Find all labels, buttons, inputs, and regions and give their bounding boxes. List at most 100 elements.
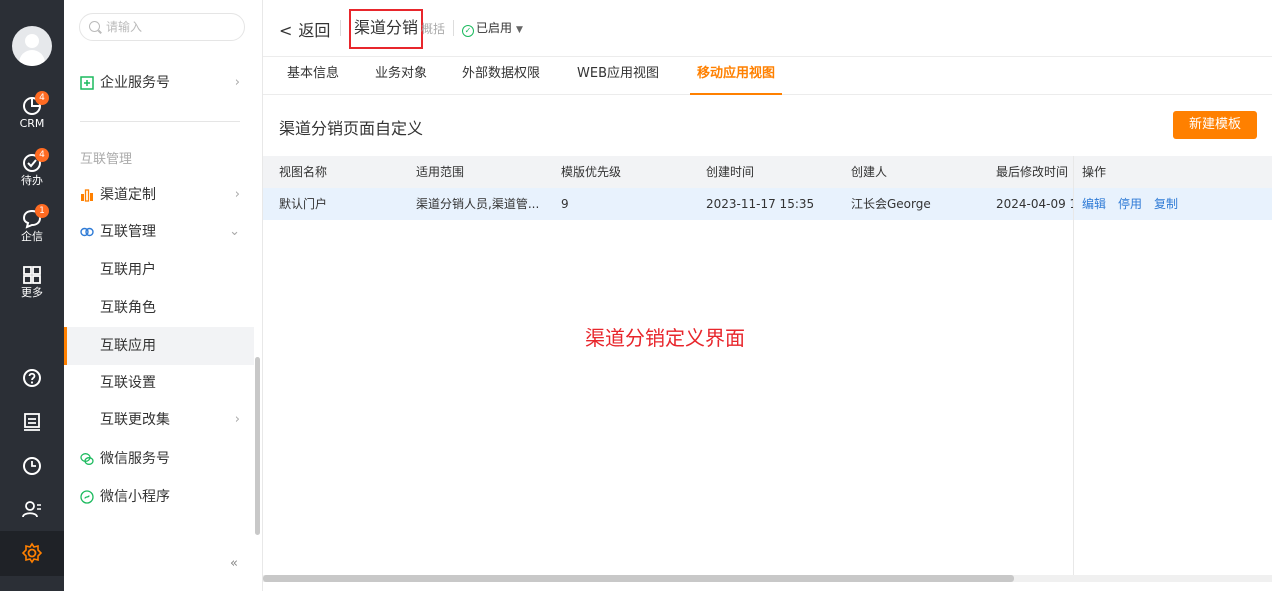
page-title: 渠道分销 (349, 9, 424, 49)
contacts-icon (22, 501, 41, 518)
sidebar-scrollbar[interactable] (255, 357, 260, 535)
tab-external-data-permissions[interactable]: 外部数据权限 (462, 57, 540, 95)
sidebar: 请输入 企业服务号 › 互联管理 渠道定制 › 互联管理 ⌄ 互联用户 互联角色… (64, 0, 262, 591)
column-header: 最后修改时间 (996, 165, 1069, 179)
crm-badge: 4 (35, 91, 49, 105)
sidebar-item-label: 微信服务号 (100, 451, 170, 467)
link-rings-icon (80, 227, 94, 237)
sidebar-item-label: 互联设置 (100, 375, 156, 391)
status-dropdown[interactable]: ✓ 已启用 ▼ (462, 19, 523, 37)
horizontal-scrollbar[interactable] (263, 575, 1272, 582)
rail-clock[interactable] (0, 455, 64, 477)
mini-program-icon (80, 490, 94, 504)
tab-business-objects[interactable]: 业务对象 (375, 57, 427, 95)
cell-scope: 渠道分销人员,渠道管... (416, 197, 540, 211)
rail-label: CRM (19, 117, 45, 130)
avatar[interactable] (12, 26, 52, 66)
rail-item-crm[interactable]: CRM 4 (0, 91, 64, 130)
sidebar-item-interconnect-users[interactable]: 互联用户 (64, 251, 254, 289)
sidebar-item-label: 企业服务号 (100, 75, 170, 91)
column-header: 视图名称 (279, 165, 328, 179)
sidebar-item-interconnect-apps[interactable]: 互联应用 (64, 327, 254, 365)
chat-badge: 1 (35, 204, 49, 218)
cell-priority: 9 (561, 197, 569, 211)
header: < 返回 渠道分销 概括 ✓ 已启用 ▼ (263, 0, 1272, 57)
rail-label: 更多 (21, 286, 43, 299)
check-circle-icon: ✓ (462, 25, 474, 37)
table-header: 视图名称 适用范围 模版优先级 创建时间 创建人 最后修改时间 操作 (263, 156, 1272, 188)
tab-mobile-app-view[interactable]: 移动应用视图 (690, 57, 783, 95)
tab-bar: 基本信息 业务对象 外部数据权限 WEB应用视图 移动应用视图 (263, 57, 1272, 95)
service-icon (80, 76, 94, 90)
column-header: 适用范围 (416, 165, 465, 179)
annotation-text: 渠道分销定义界面 (585, 326, 745, 350)
sidebar-item-label: 微信小程序 (100, 489, 170, 505)
rail-report[interactable] (0, 411, 64, 433)
sidebar-item-label: 互联管理 (100, 224, 156, 240)
sidebar-item-label: 互联更改集 (100, 412, 170, 428)
divider (340, 20, 341, 36)
main-content: < 返回 渠道分销 概括 ✓ 已启用 ▼ 基本信息 业务对象 外部数据权限 WEB应用… (262, 0, 1272, 591)
chevron-right-icon: › (234, 187, 240, 202)
search-placeholder: 请输入 (106, 20, 143, 34)
report-icon (24, 413, 40, 431)
table-row[interactable]: 默认门户 渠道分销人员,渠道管... 9 2023-11-17 15:35 江长… (263, 188, 1272, 220)
cell-created: 2023-11-17 15:35 (706, 197, 815, 211)
column-header: 操作 (1082, 165, 1107, 179)
cell-view-name: 默认门户 (279, 197, 328, 211)
bar-chart-icon (81, 189, 93, 202)
back-label: 返回 (298, 21, 331, 40)
sidebar-item-enterprise-service[interactable]: 企业服务号 › (64, 64, 254, 102)
tab-basic-info[interactable]: 基本信息 (287, 57, 339, 95)
sidebar-item-interconnect-roles[interactable]: 互联角色 (64, 289, 254, 327)
status-label: 已启用 (476, 21, 513, 35)
sidebar-item-label: 互联应用 (100, 338, 156, 354)
sidebar-item-wechat-service[interactable]: 微信服务号 (64, 440, 254, 478)
rail-item-todo[interactable]: 待办 4 (0, 148, 64, 187)
collapse-sidebar-button[interactable]: « (230, 556, 238, 571)
rail-help[interactable] (0, 367, 64, 389)
column-divider (1073, 156, 1074, 576)
disable-link[interactable]: 停用 (1118, 197, 1142, 211)
sidebar-item-channel-custom[interactable]: 渠道定制 › (64, 176, 254, 214)
app-rail: CRM 4 待办 4 企信 1 更多 (0, 0, 64, 591)
clock-icon (23, 457, 41, 475)
sidebar-item-interconnect[interactable]: 互联管理 ⌄ (64, 213, 254, 251)
back-button[interactable]: < 返回 (279, 17, 330, 41)
sidebar-item-label: 互联角色 (100, 300, 156, 316)
cell-ops: 编辑 停用 复制 (1082, 188, 1190, 220)
sidebar-item-interconnect-changesets[interactable]: 互联更改集 › (64, 401, 254, 439)
tab-web-app-view[interactable]: WEB应用视图 (577, 57, 659, 95)
search-input[interactable]: 请输入 (79, 13, 245, 41)
column-header: 创建人 (851, 165, 888, 179)
rail-item-chat[interactable]: 企信 1 (0, 204, 64, 243)
chevron-down-icon: ⌄ (229, 224, 240, 239)
settings-icon (21, 542, 43, 564)
cell-creator: 江长会George (851, 197, 931, 211)
divider (80, 121, 240, 122)
sidebar-item-interconnect-settings[interactable]: 互联设置 (64, 364, 254, 402)
todo-badge: 4 (35, 148, 49, 162)
rail-label: 待办 (21, 174, 43, 187)
copy-link[interactable]: 复制 (1154, 197, 1178, 211)
section-title: 渠道分销页面自定义 (279, 119, 424, 138)
chevron-right-icon: › (234, 75, 240, 90)
rail-settings-active[interactable] (0, 531, 64, 576)
chevron-left-icon: < (279, 21, 293, 40)
rail-contacts[interactable] (0, 498, 64, 520)
column-header: 创建时间 (706, 165, 755, 179)
edit-link[interactable]: 编辑 (1082, 197, 1106, 211)
chevron-right-icon: › (234, 412, 240, 427)
rail-label: 企信 (21, 230, 43, 243)
scrollbar-thumb[interactable] (263, 575, 1014, 582)
column-header: 模版优先级 (561, 165, 622, 179)
divider (453, 20, 454, 36)
rail-item-more[interactable]: 更多 (0, 264, 64, 299)
wechat-icon (80, 453, 94, 465)
help-icon (23, 369, 41, 387)
caret-down-icon: ▼ (516, 25, 523, 35)
new-template-button[interactable]: 新建模板 (1173, 111, 1257, 139)
grid-icon (23, 266, 41, 284)
overview-link[interactable]: 概括 (421, 20, 445, 37)
sidebar-item-wechat-mini[interactable]: 微信小程序 (64, 478, 254, 516)
